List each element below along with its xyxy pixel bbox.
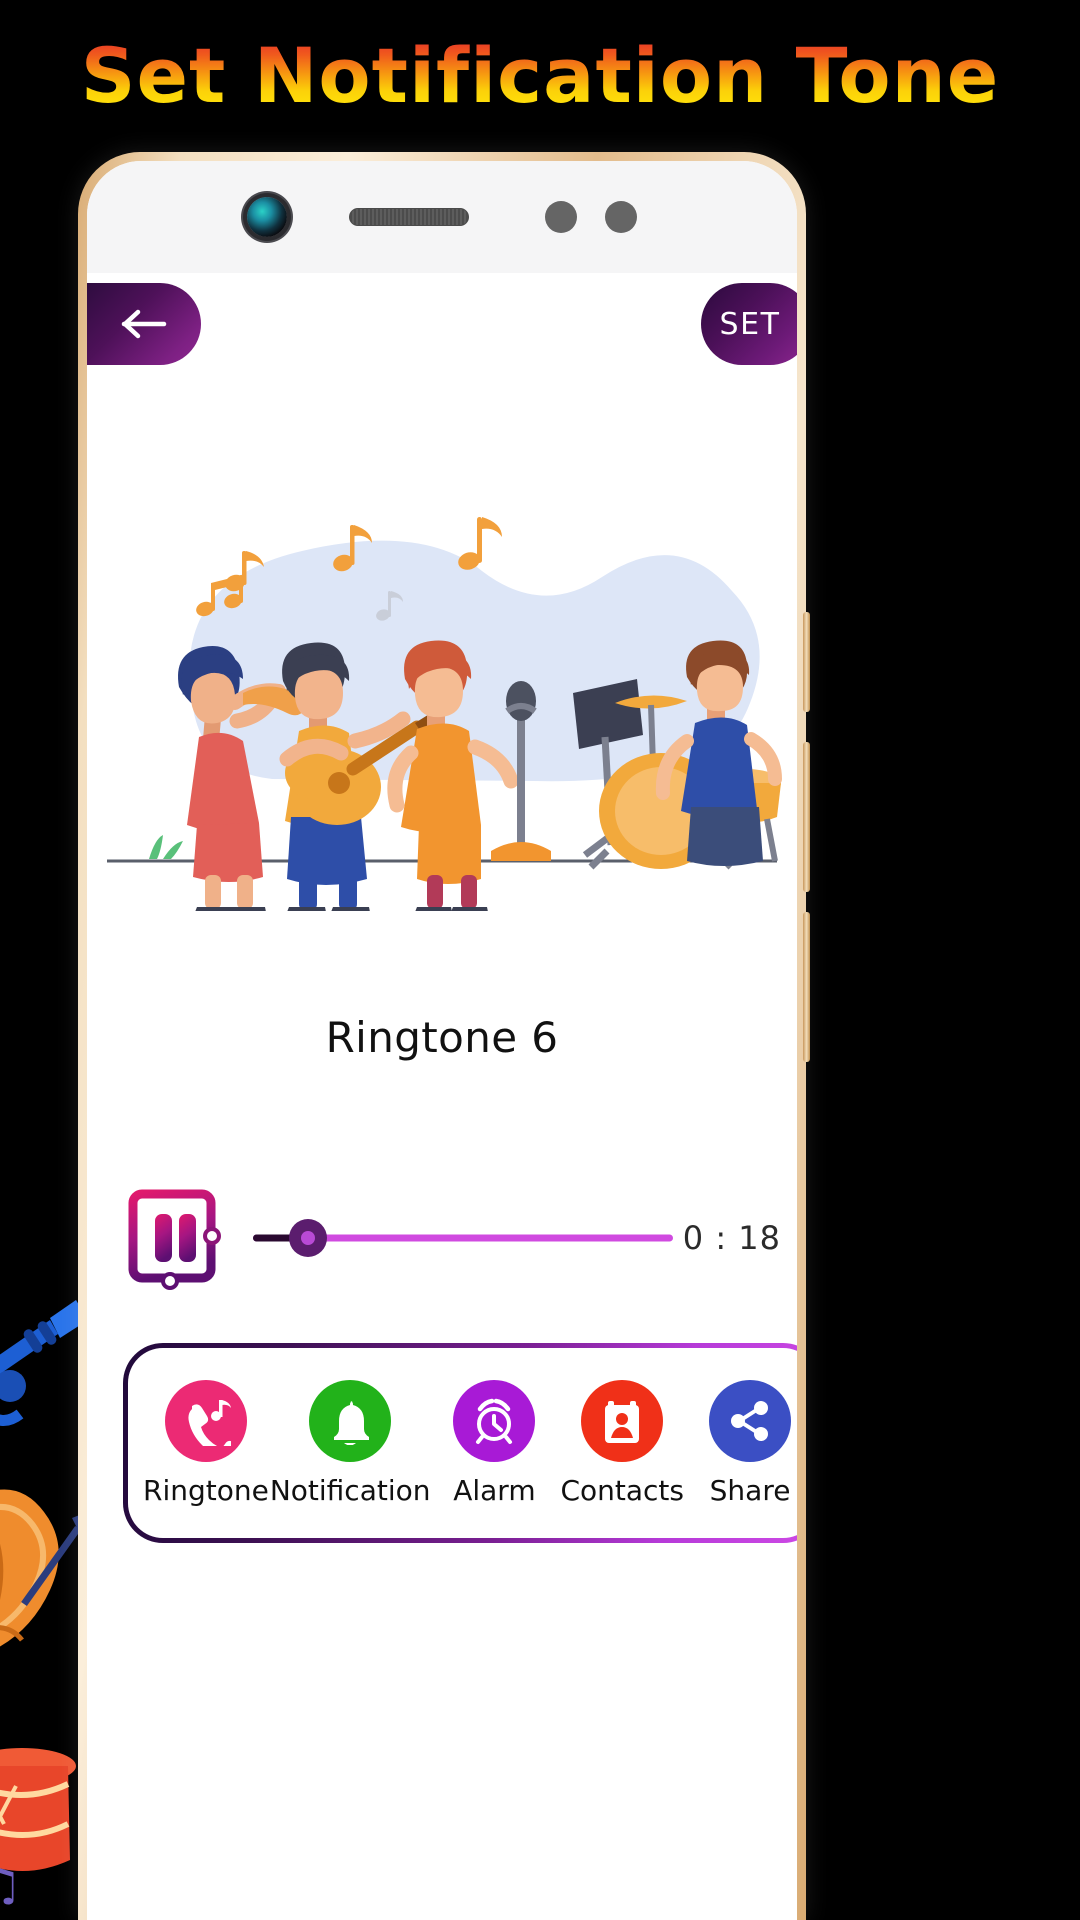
bell-icon (334, 1400, 370, 1445)
player-controls: 0 : 18 (87, 1178, 797, 1298)
share-icon (731, 1400, 769, 1441)
light-sensor-dot (605, 201, 637, 233)
note-icon (458, 517, 502, 570)
share-icon-circle (709, 1379, 792, 1462)
arrow-left-icon (121, 309, 167, 339)
phone-music-icon (188, 1399, 231, 1446)
alarm-icon-circle (453, 1379, 536, 1462)
track-title: Ringtone 6 (325, 1013, 559, 1062)
back-button[interactable] (87, 283, 201, 365)
seek-thumb[interactable] (288, 1219, 327, 1257)
set-button[interactable]: SET (701, 283, 797, 365)
alarm-clock-icon (476, 1398, 513, 1444)
action-alarm[interactable]: Alarm (431, 1379, 559, 1507)
action-notification[interactable]: Notification (269, 1379, 431, 1507)
speaker-grille (349, 208, 469, 226)
page-title: Set Notification Tone (0, 38, 1080, 114)
phone-sensor-bar (87, 161, 797, 273)
band-illustration (107, 517, 782, 911)
contacts-icon-circle (581, 1379, 664, 1462)
contact-card-icon (605, 1400, 640, 1443)
action-label: Share (709, 1473, 791, 1507)
app-screen: SET Ringtone 6 0: 18 Ringtone Notificat… (87, 273, 797, 1920)
action-contacts[interactable]: Contacts (558, 1379, 686, 1507)
phone-side-button-volume-up[interactable] (803, 612, 810, 712)
phone-side-button-power[interactable] (803, 912, 810, 1062)
notification-icon-circle (309, 1379, 392, 1462)
action-label: Notification (269, 1473, 431, 1507)
phone-frame: SET Ringtone 6 0: 18 Ringtone Notificat… (78, 152, 810, 1920)
proximity-sensor-dot (545, 201, 577, 233)
time-label: 0 : 18 (682, 1219, 781, 1257)
camera-icon (247, 197, 287, 237)
ringtone-icon-circle (164, 1379, 247, 1462)
action-label: Ringtone (142, 1473, 269, 1507)
phone-screen-area: SET Ringtone 6 0: 18 Ringtone Notificat… (87, 161, 797, 1920)
seek-bar[interactable] (253, 1218, 673, 1258)
action-ringtone[interactable]: Ringtone (142, 1379, 270, 1507)
set-button-label: SET (719, 306, 781, 342)
pause-button[interactable] (123, 1186, 227, 1290)
action-label: Alarm (453, 1473, 536, 1507)
svg-text:♫: ♫ (0, 1860, 21, 1911)
action-label: Contacts (560, 1473, 684, 1507)
phone-side-button-volume-down[interactable] (803, 742, 810, 892)
action-share[interactable]: Share (686, 1379, 797, 1507)
screenshot-root: Set Notification Tone ♫ SET Ringtone 6 0… (0, 0, 1080, 1920)
actions-panel: Ringtone Notification Alarm Contacts Sha… (123, 1343, 797, 1543)
actions-row: Ringtone Notification Alarm Contacts Sha… (128, 1348, 797, 1538)
